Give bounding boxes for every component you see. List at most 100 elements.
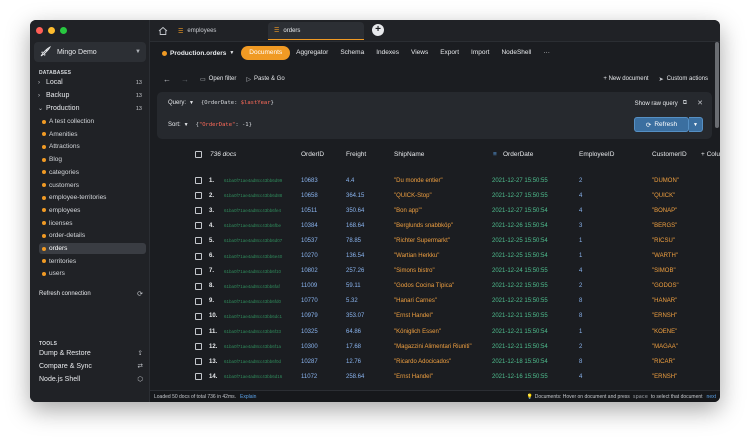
table-row[interactable]: 12. 61ba0f71ae4ad8cc43bb6f1a 10300 17.68 "Ma… bbox=[150, 339, 720, 354]
tab-employees[interactable]: ☰ employees bbox=[172, 22, 264, 40]
collection-users[interactable]: users bbox=[39, 268, 146, 279]
row-checkbox[interactable] bbox=[195, 192, 202, 200]
new-document-button[interactable]: + New document bbox=[603, 76, 648, 82]
table-row[interactable]: 3. 61ba0f71ae4ad8cc43bb6fe4 10511 350.64 "Bo… bbox=[150, 203, 720, 218]
back-arrow-icon[interactable]: ← bbox=[163, 75, 171, 84]
cell-orderid: 10770 bbox=[301, 298, 318, 305]
table-row[interactable]: 5. 61ba0f71ae4ad8cc43bb6d07 10537 78.85 "Ric… bbox=[150, 233, 720, 248]
row-checkbox[interactable] bbox=[195, 312, 202, 320]
chevron-down-icon[interactable]: ▼ bbox=[189, 100, 194, 106]
copy-icon[interactable]: ⧉ bbox=[683, 100, 687, 107]
collection-blog[interactable]: Blog bbox=[39, 154, 146, 165]
column-header-orderdate[interactable]: OrderDate bbox=[503, 151, 533, 158]
paste-go-label: Paste & Go bbox=[253, 76, 285, 82]
scrollbar[interactable] bbox=[715, 42, 719, 128]
collection-licenses[interactable]: licenses bbox=[39, 218, 146, 229]
collection-bullet-icon bbox=[42, 132, 46, 137]
row-checkbox[interactable] bbox=[195, 207, 202, 215]
cell-shipname: "Ernst Handel" bbox=[394, 373, 433, 380]
nav-schema[interactable]: Schema bbox=[334, 46, 370, 60]
sort-input[interactable]: {"OrderDate": -1} bbox=[196, 122, 252, 128]
table-row[interactable]: 9. 61ba0f71ae4ad8cc43bb6fd0 10770 5.32 "Hana… bbox=[150, 294, 720, 309]
column-header-orderid[interactable]: OrderID bbox=[301, 151, 324, 158]
nav-documents[interactable]: Documents bbox=[241, 46, 291, 60]
custom-actions-button[interactable]: ➤ Custom actions bbox=[659, 76, 708, 83]
refresh-button[interactable]: ⟳ Refresh bbox=[634, 117, 689, 132]
collection-order-details[interactable]: order-details bbox=[39, 230, 146, 241]
column-header-shipname[interactable]: ShipName bbox=[394, 151, 424, 158]
nav-import[interactable]: Import bbox=[465, 46, 495, 60]
table-row[interactable]: 11. 61ba0f71ae4ad8cc43bb6f33 10325 64.86 "Kö… bbox=[150, 324, 720, 339]
database-count: 13 bbox=[135, 79, 142, 86]
select-all-checkbox[interactable] bbox=[195, 150, 202, 158]
column-header-employeeid[interactable]: EmployeeID bbox=[579, 151, 614, 158]
column-header-customerid[interactable]: CustomerID bbox=[652, 151, 687, 158]
close-window-button[interactable] bbox=[36, 27, 43, 34]
collection-amenities[interactable]: Amenities bbox=[39, 129, 146, 140]
home-icon[interactable] bbox=[158, 26, 168, 36]
refresh-options-button[interactable]: ▼ bbox=[689, 117, 703, 132]
connection-selector[interactable]: Mingo Demo ▼ bbox=[34, 42, 146, 62]
explain-link[interactable]: Explain bbox=[240, 394, 256, 400]
paste-go-button[interactable]: ▷ Paste & Go bbox=[246, 76, 284, 83]
row-checkbox[interactable] bbox=[195, 358, 202, 366]
close-icon[interactable]: ✕ bbox=[697, 99, 703, 107]
row-checkbox[interactable] bbox=[195, 297, 202, 305]
table-row[interactable]: 6. 61ba0f71ae4ad8cc43bb6e40 10270 136.54 "Wa… bbox=[150, 249, 720, 264]
row-checkbox[interactable] bbox=[195, 267, 202, 275]
next-hint-link[interactable]: next bbox=[707, 394, 716, 400]
db-collection-selector[interactable]: Production.orders ▼ bbox=[162, 50, 234, 57]
row-checkbox[interactable] bbox=[195, 237, 202, 245]
row-checkbox[interactable] bbox=[195, 177, 202, 184]
forward-arrow-icon[interactable]: → bbox=[181, 75, 189, 84]
row-checkbox[interactable] bbox=[195, 252, 202, 260]
open-filter-button[interactable]: ▭ Open filter bbox=[200, 76, 236, 83]
row-checkbox[interactable] bbox=[195, 222, 202, 230]
table-row[interactable]: 2. 61ba0f71ae4ad8cc43bb6d88 10658 364.15 "QU… bbox=[150, 188, 720, 203]
collection-orders[interactable]: orders bbox=[39, 243, 146, 254]
nav-aggregator[interactable]: Aggregator bbox=[290, 46, 334, 60]
show-raw-query-toggle[interactable]: Show raw query ⧉ bbox=[635, 100, 687, 107]
minimize-window-button[interactable] bbox=[48, 27, 55, 34]
nav-views[interactable]: Views bbox=[405, 46, 434, 60]
tool-compare-sync[interactable]: Compare & Sync ⇄ bbox=[39, 362, 143, 371]
row-checkbox[interactable] bbox=[195, 328, 202, 335]
collection-a-test-collection[interactable]: A test collection bbox=[39, 116, 146, 127]
collection-attractions[interactable]: Attractions bbox=[39, 141, 146, 152]
collection-territories[interactable]: territories bbox=[39, 256, 146, 267]
collection-label: A test collection bbox=[49, 118, 95, 125]
refresh-connection[interactable]: Refresh connection ⟳ bbox=[39, 290, 143, 298]
column-header-freight[interactable]: Freight bbox=[346, 151, 366, 158]
status-loaded: Loaded 50 docs of total 736 in 42ms. bbox=[154, 393, 237, 400]
nav-nodeshell[interactable]: NodeShell bbox=[495, 46, 537, 60]
tab-orders[interactable]: ☰ orders bbox=[268, 22, 364, 40]
collection-categories[interactable]: categories bbox=[39, 167, 146, 178]
chevron-down-icon[interactable]: ▼ bbox=[184, 122, 189, 128]
table-row[interactable]: 8. 61ba0f71ae4ad8cc43bb6faf 11009 59.11 "God… bbox=[150, 279, 720, 294]
nav-more[interactable]: ··· bbox=[537, 46, 556, 60]
table-row[interactable]: 14. 61ba0f71ae4ad8cc43bb6d16 11072 258.64 "E… bbox=[150, 369, 720, 384]
collection-employee-territories[interactable]: employee-territories bbox=[39, 192, 146, 203]
database-local[interactable]: › Local 13 bbox=[38, 77, 142, 88]
database-production[interactable]: ⌄ Production 13 bbox=[38, 103, 142, 114]
row-checkbox[interactable] bbox=[195, 282, 202, 290]
table-row[interactable]: 1. 61ba0f71ae4ad8cc43bb6d99 10683 4.4 "Du mo… bbox=[150, 173, 720, 188]
query-input[interactable]: {OrderDate: $lastYear} bbox=[201, 100, 274, 106]
database-backup[interactable]: › Backup 13 bbox=[38, 90, 142, 101]
add-column-button[interactable]: + Colu bbox=[701, 151, 720, 158]
table-row[interactable]: 7. 61ba0f71ae4ad8cc43bb6f10 10802 257.26 "Si… bbox=[150, 264, 720, 279]
row-checkbox[interactable] bbox=[195, 343, 202, 351]
table-row[interactable]: 10. 61ba0f71ae4ad8cc43bb6dc1 10979 353.07 "E… bbox=[150, 309, 720, 324]
collection-employees[interactable]: employees bbox=[39, 205, 146, 216]
maximize-window-button[interactable] bbox=[60, 27, 67, 34]
table-row[interactable]: 13. 61ba0f71ae4ad8cc43bb6f0d 10287 12.76 "Ri… bbox=[150, 354, 720, 369]
table-row[interactable]: 4. 61ba0f71ae4ad8cc43bb6fbe 10384 168.64 "Be… bbox=[150, 218, 720, 233]
tool-node-js-shell[interactable]: Node.js Shell ⬡ bbox=[39, 375, 143, 384]
nav-indexes[interactable]: Indexes bbox=[370, 46, 405, 60]
row-checkbox[interactable] bbox=[195, 373, 202, 381]
new-tab-button[interactable]: + bbox=[372, 24, 384, 36]
window-controls bbox=[36, 27, 67, 34]
nav-export[interactable]: Export bbox=[434, 46, 465, 60]
tool-dump-restore[interactable]: Dump & Restore ⇪ bbox=[39, 349, 143, 358]
collection-customers[interactable]: customers bbox=[39, 180, 146, 191]
